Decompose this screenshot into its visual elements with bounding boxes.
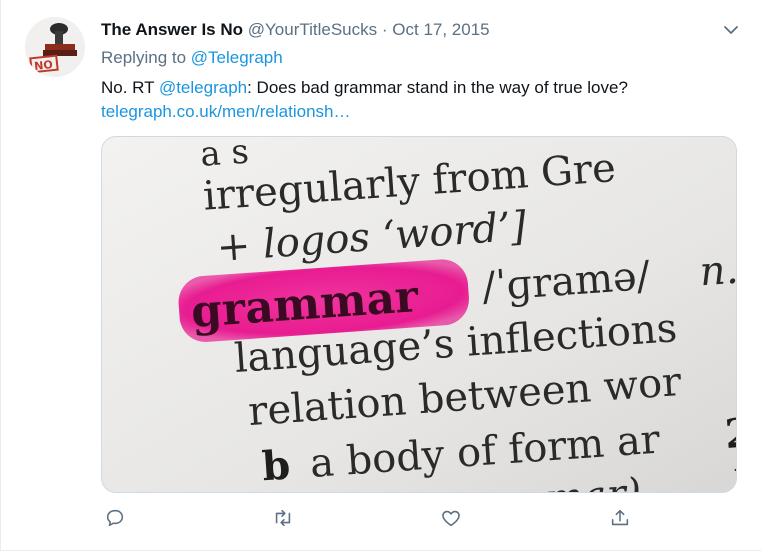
chevron-down-icon[interactable] bbox=[721, 20, 741, 40]
dict-sense-2: 2 bbox=[723, 409, 737, 458]
dict-line-0: a s bbox=[199, 137, 250, 175]
avatar-stamp-text: NO bbox=[34, 58, 54, 73]
tweet[interactable]: NO The Answer Is No @YourTitleSucks · Oc… bbox=[0, 0, 761, 551]
like-button[interactable] bbox=[437, 504, 465, 532]
tweet-date[interactable]: Oct 17, 2015 bbox=[392, 20, 489, 39]
share-button[interactable] bbox=[606, 504, 634, 532]
share-icon bbox=[611, 509, 629, 526]
tweet-link[interactable]: telegraph.co.uk/men/relationsh… bbox=[101, 102, 350, 122]
tweet-text-prefix: No. RT bbox=[101, 78, 159, 97]
tweet-media-image[interactable]: a s irregularly from Gre + logos ‘word’]… bbox=[101, 136, 737, 493]
tweet-actions bbox=[101, 504, 661, 534]
like-icon bbox=[442, 510, 460, 527]
tweet-header: The Answer Is No @YourTitleSucks · Oct 1… bbox=[101, 20, 741, 44]
dict-pos: n. bbox=[698, 247, 737, 296]
user-handle[interactable]: @YourTitleSucks bbox=[248, 20, 377, 39]
replying-to: Replying to @Telegraph bbox=[101, 48, 283, 68]
replying-to-mention[interactable]: @Telegraph bbox=[191, 48, 283, 67]
dict-line-12: li bbox=[733, 462, 737, 493]
tweet-text: No. RT @telegraph: Does bad grammar stan… bbox=[101, 78, 628, 98]
retweet-icon bbox=[275, 509, 291, 527]
retweet-button[interactable] bbox=[269, 504, 297, 532]
dict-sense-b: b bbox=[261, 441, 292, 490]
tweet-text-body: : Does bad grammar stand in the way of t… bbox=[247, 78, 628, 97]
avatar[interactable]: NO bbox=[25, 17, 85, 77]
reply-icon bbox=[106, 509, 124, 527]
replying-prefix: Replying to bbox=[101, 48, 191, 67]
reply-button[interactable] bbox=[101, 504, 129, 532]
tweet-mention[interactable]: @telegraph bbox=[159, 78, 247, 97]
display-name[interactable]: The Answer Is No bbox=[101, 20, 243, 39]
separator-dot: · bbox=[381, 20, 388, 39]
